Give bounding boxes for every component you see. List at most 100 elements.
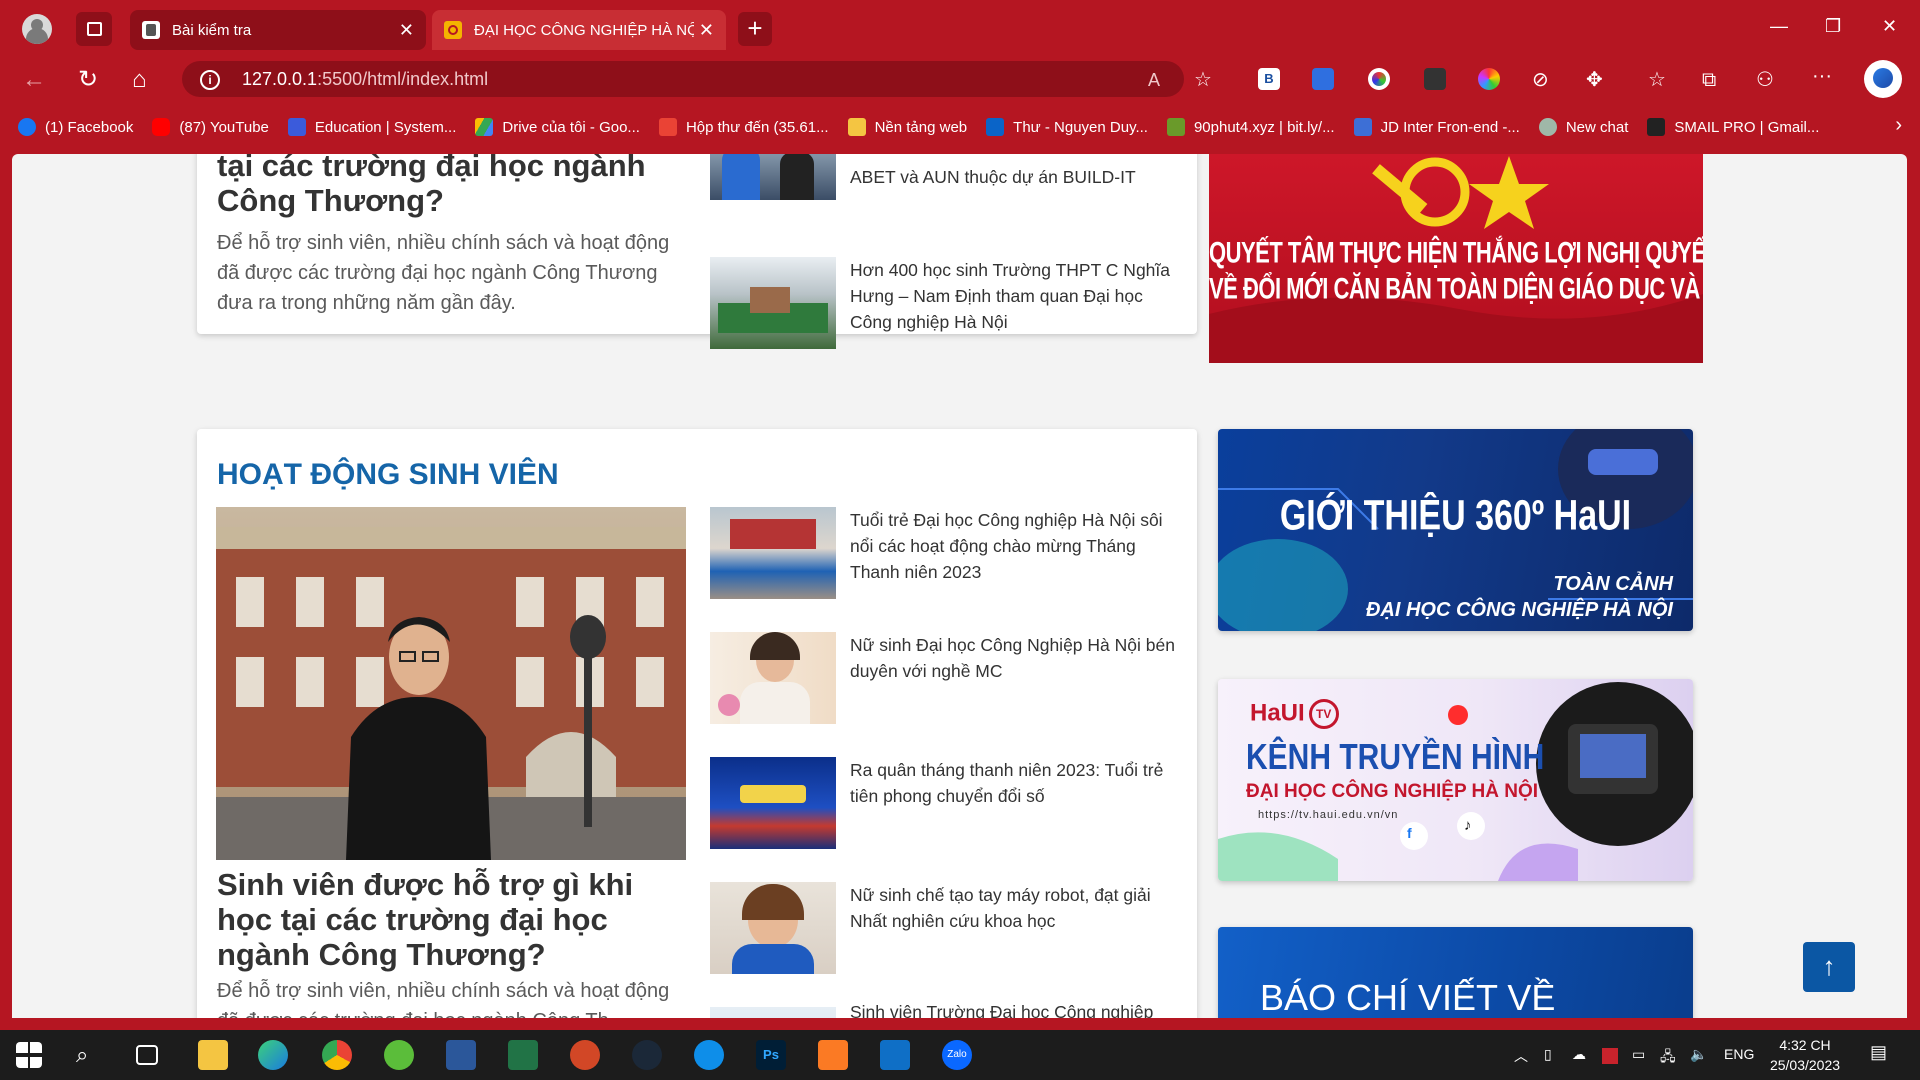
xampp-icon[interactable] <box>818 1040 848 1070</box>
ud-extension-icon[interactable] <box>1424 68 1446 90</box>
haui-tv-banner[interactable]: HaUI TV KÊNH TRUYỀN HÌNH ĐẠI HỌC CÔNG NGH… <box>1218 679 1693 881</box>
battery-icon[interactable]: ▭ <box>1632 1046 1645 1063</box>
bookmark-90phut[interactable]: 90phut4.xyz | bit.ly/... <box>1166 118 1335 136</box>
profile-sync-icon[interactable]: ⚇ <box>1756 66 1774 94</box>
facebook-icon[interactable]: f <box>1407 825 1412 841</box>
edge-dev-icon[interactable] <box>258 1040 288 1070</box>
extensions-icon[interactable]: ✥ <box>1586 66 1603 94</box>
news-thumbnail[interactable] <box>710 257 836 349</box>
close-window-icon[interactable]: ✕ <box>1882 16 1897 37</box>
bookmark-gmail[interactable]: Hộp thư đến (35.61... <box>658 118 829 136</box>
compass-icon[interactable]: ⊘ <box>1532 66 1549 94</box>
restore-icon[interactable]: ❐ <box>1825 16 1841 37</box>
search-icon[interactable]: ⌕ <box>76 1040 106 1070</box>
bookmark-jd[interactable]: JD Inter Fron-end -... <box>1353 118 1520 136</box>
top-article-title[interactable]: tại các trường đại học ngành Công Thương… <box>217 154 687 218</box>
featured-article-title[interactable]: Sinh viên được hỗ trợ gì khi học tại các… <box>217 867 687 972</box>
notification-icon[interactable]: ▤ <box>1870 1042 1887 1063</box>
favorite-add-icon[interactable]: ☆ <box>1194 66 1212 94</box>
chevron-right-icon[interactable]: › <box>1895 114 1902 137</box>
refresh-icon[interactable]: ↻ <box>78 66 98 94</box>
home-icon[interactable]: ⌂ <box>132 66 147 94</box>
collections-icon[interactable]: ⧉ <box>1702 66 1716 94</box>
file-explorer-icon[interactable] <box>198 1040 228 1070</box>
news-item-text[interactable]: ABET và AUN thuộc dự án BUILD-IT <box>850 164 1180 190</box>
read-aloud-icon[interactable]: A <box>1148 66 1160 94</box>
news-item-text[interactable]: Sinh viên Trường Đại học Công nghiệp <box>850 999 1180 1018</box>
language-indicator[interactable]: ENG <box>1724 1046 1754 1062</box>
coccoc-icon[interactable] <box>384 1040 414 1070</box>
windows-start-icon[interactable] <box>16 1042 42 1068</box>
clock[interactable]: 4:32 CH 25/03/2023 <box>1760 1035 1850 1075</box>
news-thumbnail[interactable] <box>710 507 836 599</box>
news-thumbnail[interactable] <box>710 1007 836 1018</box>
minimize-icon[interactable]: — <box>1770 16 1788 37</box>
bookmark-newchat[interactable]: New chat <box>1538 118 1628 136</box>
youtube-icon <box>152 118 171 136</box>
bookmark-label: Thư - Nguyen Duy... <box>1013 118 1148 136</box>
vscode-icon[interactable] <box>880 1040 910 1070</box>
profile-avatar[interactable] <box>22 14 52 44</box>
featured-image[interactable] <box>216 507 686 860</box>
close-tab-icon[interactable]: ✕ <box>699 20 714 41</box>
tab-bai-kiem-tra[interactable]: Bài kiểm tra ✕ <box>130 10 426 50</box>
new-tab-button[interactable]: + <box>738 12 772 46</box>
section-title: HOẠT ĐỘNG SINH VIÊN <box>217 458 559 491</box>
extension-b-icon[interactable]: B <box>1258 68 1280 90</box>
tab-actions-button[interactable] <box>76 12 112 46</box>
volume-icon[interactable]: 🔈 <box>1690 1046 1707 1063</box>
chevron-right-icon[interactable]: › <box>1671 229 1680 260</box>
color-extension-icon[interactable] <box>1368 68 1390 90</box>
tiktok-icon[interactable]: ♪ <box>1464 817 1472 834</box>
press-banner[interactable]: BÁO CHÍ VIẾT VỀ <box>1218 927 1693 1018</box>
steam-icon[interactable] <box>632 1040 662 1070</box>
more-menu-icon[interactable]: ··· <box>1812 62 1832 90</box>
chevron-up-icon[interactable]: ︿ <box>1514 1046 1528 1066</box>
news-thumbnail[interactable] <box>710 882 836 974</box>
back-icon[interactable]: ← <box>22 66 46 94</box>
excel-icon[interactable] <box>508 1040 538 1070</box>
news-item-text[interactable]: Nữ sinh chế tạo tay máy robot, đạt giải … <box>850 882 1180 934</box>
news-thumbnail[interactable] <box>710 757 836 849</box>
back-to-top-button[interactable]: ↑ <box>1803 942 1855 992</box>
resolution-banner[interactable]: QUYẾT TÂM THỰC HIỆN THẮNG LỢI NGHỊ QUYẾT… <box>1209 154 1703 363</box>
bookmark-outlook[interactable]: Thư - Nguyen Duy... <box>986 118 1148 136</box>
news-item-text[interactable]: Ra quân tháng thanh niên 2023: Tuổi trẻ … <box>850 757 1180 809</box>
facebook-icon <box>18 118 36 136</box>
360-haui-banner[interactable]: GIỚI THIỆU 360º HaUI TOÀN CẢNH ĐẠI HỌC C… <box>1218 429 1693 631</box>
url-text[interactable]: 127.0.0.1:5500/html/index.html <box>242 69 488 90</box>
bookmark-drive[interactable]: Drive của tôi - Goo... <box>475 118 640 136</box>
device-icon[interactable]: ▯ <box>1544 1046 1552 1063</box>
teamviewer-icon[interactable] <box>694 1040 724 1070</box>
close-tab-icon[interactable]: ✕ <box>399 20 414 41</box>
bookmark-facebook[interactable]: (1) Facebook <box>18 118 133 136</box>
gmail-icon <box>658 118 677 136</box>
bookmark-label: Hộp thư đến (35.61... <box>685 118 829 136</box>
news-thumbnail[interactable] <box>710 632 836 724</box>
bookmark-youtube[interactable]: (87) YouTube <box>152 118 269 136</box>
site-info-icon[interactable]: i <box>200 70 220 90</box>
bookmark-folder[interactable]: Nền tảng web <box>847 118 967 136</box>
vietkey-icon[interactable] <box>1602 1048 1618 1064</box>
network-icon[interactable]: 🖧 <box>1660 1046 1676 1070</box>
rgb-extension-icon[interactable] <box>1478 68 1500 90</box>
powerpoint-icon[interactable] <box>570 1040 600 1070</box>
translate-extension-icon[interactable] <box>1312 68 1334 90</box>
photoshop-icon[interactable]: Ps <box>756 1040 786 1070</box>
news-item-text[interactable]: Hơn 400 học sinh Trường THPT C Nghĩa Hưn… <box>850 257 1180 335</box>
folder-icon <box>847 118 866 136</box>
cloud-icon[interactable]: ☁ <box>1572 1046 1586 1063</box>
bookmark-smail[interactable]: SMAIL PRO | Gmail... <box>1647 118 1819 136</box>
word-icon[interactable] <box>446 1040 476 1070</box>
favorites-icon[interactable]: ☆ <box>1648 66 1666 94</box>
bing-chat-icon[interactable] <box>1864 60 1902 98</box>
bookmark-education[interactable]: Education | System... <box>287 118 456 136</box>
task-view-icon[interactable] <box>136 1045 158 1065</box>
news-item-text[interactable]: Nữ sinh Đại học Công Nghiệp Hà Nội bén d… <box>850 632 1180 684</box>
banner-subtitle: ĐẠI HỌC CÔNG NGHIỆP HÀ NỘI <box>1246 781 1539 802</box>
zalo-icon[interactable]: Zalo <box>942 1040 972 1070</box>
news-item-text[interactable]: Tuổi trẻ Đại học Công nghiệp Hà Nội sôi … <box>850 507 1180 585</box>
tab-dai-hoc[interactable]: ĐẠI HỌC CÔNG NGHIỆP HÀ NỘ ✕ <box>432 10 726 50</box>
chrome-icon[interactable] <box>322 1040 352 1070</box>
news-thumbnail[interactable] <box>710 154 836 200</box>
